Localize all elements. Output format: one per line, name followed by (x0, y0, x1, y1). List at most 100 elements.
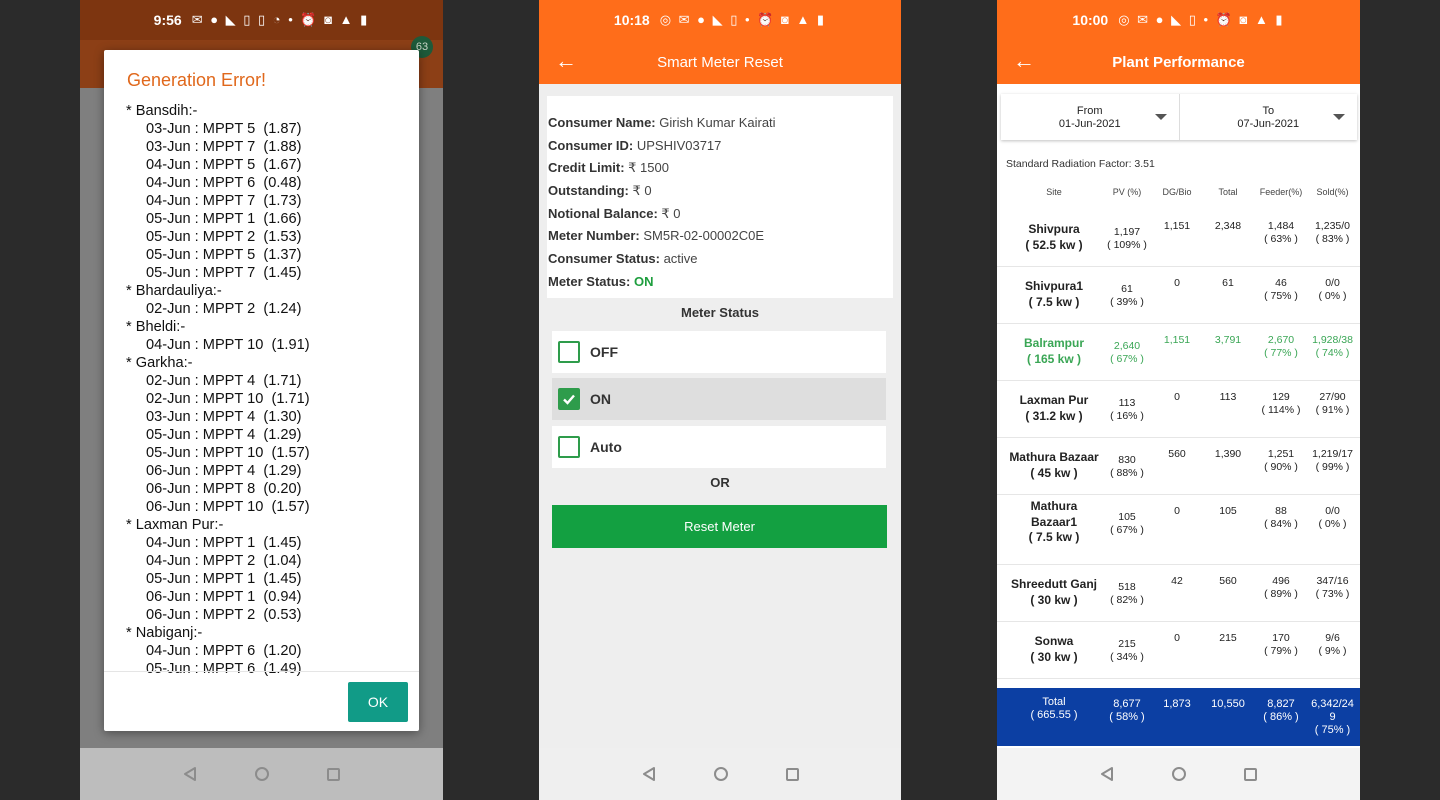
cell-feeder: 1,484( 63% ) (1264, 220, 1298, 245)
info-value: Girish Kumar Kairati (655, 115, 776, 130)
nav-back-icon[interactable] (183, 767, 197, 781)
info-row: Credit Limit: ₹ 1500 (548, 157, 893, 180)
cell-total: 113 (1219, 391, 1237, 403)
status-icons: ◎ ✉ ● ◣ ▯ • ⏰ ◙ ▲ ▮ (1118, 12, 1285, 27)
page-title: Smart Meter Reset (657, 53, 783, 71)
to-date-dropdown[interactable]: To 07-Jun-2021 (1178, 94, 1358, 140)
dialog-message[interactable]: * Bansdih:- 03-Jun : MPPT 5 (1.87) 03-Jun … (126, 102, 409, 722)
checkbox-empty-icon[interactable] (558, 436, 580, 458)
error-site-heading: * Bheldi:- (126, 319, 186, 335)
info-label: Meter Status: (548, 273, 631, 289)
error-entry: 05-Jun : MPPT 1 (1.66) (146, 211, 302, 227)
info-row: Consumer ID: UPSHIV03717 (548, 135, 893, 158)
info-value: SM5R-02-00002C0E (639, 228, 765, 244)
table-row[interactable]: Laxman Pur( 31.2 kw ) 113( 16% ) 0 113 129( … (997, 381, 1360, 438)
meter-option-auto[interactable]: Auto (552, 426, 886, 468)
status-bar: 10:18 ◎ ✉ ● ◣ ▯ • ⏰ ◙ ▲ ▮ (539, 0, 901, 40)
error-site-heading: * Bhardauliya:- (126, 283, 222, 299)
cell-dg: 1,151 (1163, 220, 1191, 232)
header-dg: DG/Bio (1162, 187, 1192, 197)
info-label: Consumer Status: (548, 251, 660, 267)
error-site-heading: * Bansdih:- (126, 103, 198, 119)
error-entry: 03-Jun : MPPT 4 (1.30) (146, 409, 302, 425)
info-row: Notional Balance: ₹ 0 (548, 203, 893, 226)
nav-home-icon[interactable] (255, 767, 269, 781)
error-entry: 05-Jun : MPPT 7 (1.45) (146, 265, 302, 281)
cell-total: 61 (1222, 277, 1234, 289)
header-pv: PV (%) (1112, 187, 1142, 197)
info-row: Consumer Name: Girish Kumar Kairati (548, 112, 893, 135)
site-name: Balrampur( 165 kw ) (1023, 336, 1085, 366)
table-row[interactable]: Shivpura1( 7.5 kw ) 61( 39% ) 0 61 46( 75% )… (997, 267, 1360, 324)
nav-recents-icon[interactable] (785, 767, 799, 781)
app-bar: ← Plant Performance (997, 40, 1360, 84)
info-row: Outstanding: ₹ 0 (548, 180, 893, 203)
site-name: Shreedutt Ganj( 30 kw ) (1010, 577, 1097, 607)
from-date-dropdown[interactable]: From 01-Jun-2021 (1001, 94, 1179, 140)
error-entry: 06-Jun : MPPT 10 (1.57) (146, 499, 310, 515)
meter-option-on[interactable]: ON (552, 378, 886, 420)
to-value: 07-Jun-2021 (1237, 118, 1300, 130)
status-icons: ✉ ● ◣ ▯ ▯ ◔ • ⏰ ◙ ▲ ▮ (191, 12, 370, 27)
table-row[interactable]: Sonwa( 30 kw ) 215( 34% ) 0 215 170( 79% ) 9/… (997, 622, 1360, 679)
table-row[interactable]: Shivpura( 52.5 kw ) 1,197( 109% ) 1,151 2,3… (997, 210, 1360, 267)
cell-pv: 518( 82% ) (1110, 581, 1144, 606)
site-name: Sonwa( 30 kw ) (1030, 634, 1078, 664)
table-row[interactable]: Shreedutt Ganj( 30 kw ) 518( 82% ) 42 560 49… (997, 565, 1360, 622)
from-value: 01-Jun-2021 (1058, 118, 1121, 130)
cell-sold: 1,235/0( 83% ) (1314, 220, 1351, 245)
nav-home-icon[interactable] (713, 767, 728, 781)
table-header: Site PV (%) DG/Bio Total Feeder(%) Sold(… (997, 187, 1360, 201)
error-entry: 06-Jun : MPPT 4 (1.29) (146, 463, 302, 479)
site-name: Mathura Bazaar( 45 kw ) (1009, 450, 1099, 480)
back-arrow-icon[interactable]: ← (555, 48, 577, 74)
cell-pv: 215( 34% ) (1110, 638, 1144, 663)
site-name: Shivpura1( 7.5 kw ) (1024, 279, 1084, 309)
info-label: Consumer Name: (548, 115, 656, 130)
status-icons: ◎ ✉ ● ◣ ▯ • ⏰ ◙ ▲ ▮ (659, 12, 827, 27)
nav-recents-icon[interactable] (1244, 767, 1257, 781)
error-entry: 02-Jun : MPPT 2 (1.24) (146, 301, 302, 317)
cell-sold: 0/0( 0% ) (1318, 505, 1347, 530)
cell-pv: 113( 16% ) (1110, 397, 1144, 422)
nav-back-icon[interactable] (1100, 767, 1114, 781)
total-feeder: 8,827( 86% ) (1263, 698, 1299, 723)
generation-error-dialog: Generation Error! * Bansdih:- 03-Jun : MP… (104, 50, 419, 731)
nav-recents-icon[interactable] (327, 767, 340, 781)
checkbox-empty-icon[interactable] (558, 341, 580, 363)
phone-smart-meter-reset: 10:18 ◎ ✉ ● ◣ ▯ • ⏰ ◙ ▲ ▮ ← Smart Meter … (539, 0, 901, 800)
table-row[interactable]: Balrampur( 165 kw ) 2,640( 67% ) 1,151 3,79… (997, 324, 1360, 381)
nav-home-icon[interactable] (1172, 767, 1186, 781)
cell-pv: 1,197( 109% ) (1107, 226, 1147, 251)
site-name: Laxman Pur( 31.2 kw ) (1019, 393, 1089, 423)
info-row: Consumer Status: active (548, 248, 893, 271)
table-row[interactable]: Mathura Bazaar( 45 kw ) 830( 88% ) 560 1,39… (997, 438, 1360, 495)
nav-back-icon[interactable] (642, 767, 656, 781)
back-arrow-icon[interactable]: ← (1013, 48, 1035, 74)
total-sold: 6,342/24 9( 75% ) (1311, 698, 1354, 736)
ok-button[interactable]: OK (348, 682, 408, 722)
info-label: Outstanding: (548, 183, 629, 199)
reset-meter-button[interactable]: Reset Meter (552, 505, 887, 548)
cell-dg: 560 (1168, 448, 1186, 460)
cell-total: 215 (1219, 632, 1237, 644)
info-row: Meter Number: SM5R-02-00002C0E (548, 225, 893, 248)
phone-plant-performance: 10:00 ◎ ✉ ● ◣ ▯ • ⏰ ◙ ▲ ▮ ← Plant Perfor… (997, 0, 1360, 800)
total-row: Total( 665.55 ) 8,677( 58% ) 1,873 10,550 8,… (997, 688, 1360, 746)
cell-feeder: 88( 84% ) (1264, 505, 1298, 530)
cell-total: 1,390 (1214, 448, 1242, 460)
option-label: ON (590, 391, 611, 407)
checkbox-checked-icon[interactable] (558, 388, 580, 410)
info-value: ₹ 0 (628, 183, 652, 199)
info-value: ₹ 0 (657, 205, 681, 221)
status-bar: 10:00 ◎ ✉ ● ◣ ▯ • ⏰ ◙ ▲ ▮ (997, 0, 1360, 40)
meter-option-off[interactable]: OFF (552, 331, 886, 373)
to-label: To (1262, 105, 1275, 117)
cell-total: 560 (1219, 575, 1237, 587)
option-label: Auto (590, 439, 622, 455)
info-value: ON (630, 273, 654, 289)
cell-sold: 27/90( 91% ) (1315, 391, 1350, 416)
header-site: Site (1046, 187, 1062, 197)
error-entry: 06-Jun : MPPT 8 (0.20) (146, 481, 302, 497)
table-row[interactable]: Mathura Bazaar1( 7.5 kw ) 105( 67% ) 0 105 88… (997, 495, 1360, 565)
